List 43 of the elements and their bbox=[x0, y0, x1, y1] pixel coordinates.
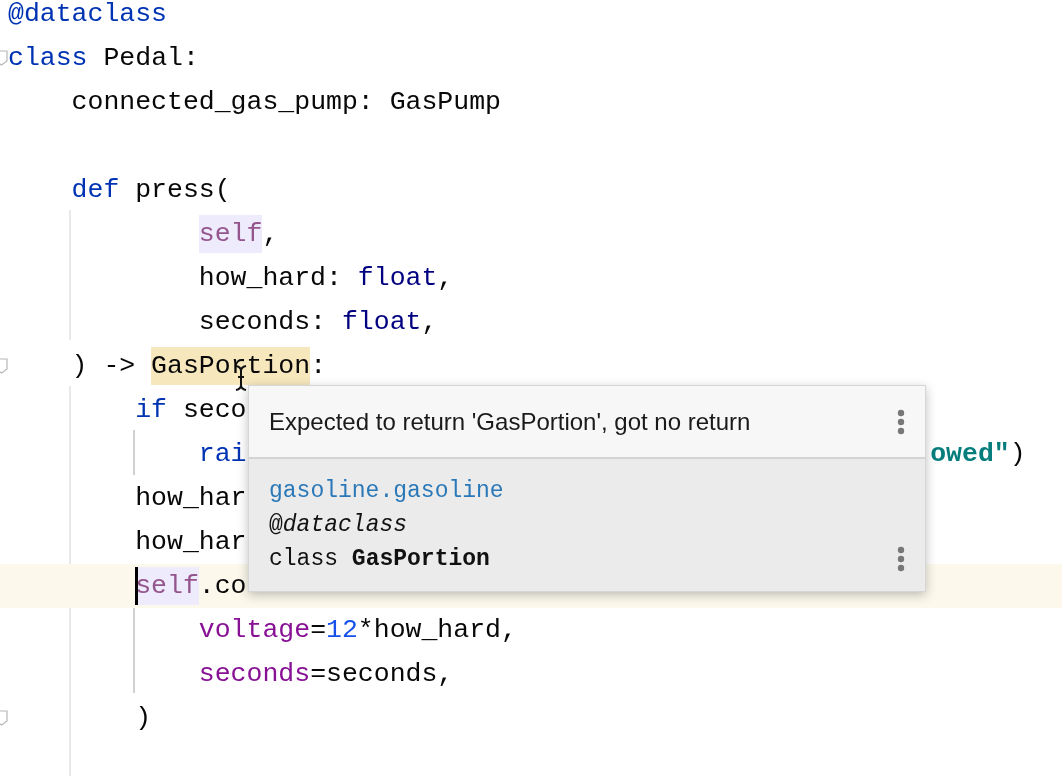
documentation-decorator: @dataclass bbox=[269, 511, 409, 540]
code-text: .co bbox=[198, 570, 247, 603]
code-text: seconds: bbox=[198, 306, 328, 339]
inspection-message: Expected to return 'GasPortion', got no return bbox=[269, 406, 751, 437]
code-text: press( bbox=[134, 174, 231, 207]
more-options-icon[interactable] bbox=[897, 546, 905, 572]
code-text: def bbox=[71, 174, 120, 207]
fold-icon[interactable] bbox=[0, 50, 8, 66]
code-text: seconds bbox=[198, 658, 311, 691]
code-text: how_har bbox=[135, 482, 247, 515]
code-text: *how_hard, bbox=[357, 614, 517, 647]
code-text: rai bbox=[198, 438, 247, 471]
code-text: connected_gas_pump: GasPump bbox=[71, 86, 501, 119]
code-text: Pedal: bbox=[102, 42, 199, 75]
code-text: 12 bbox=[326, 614, 358, 647]
code-text: seco bbox=[181, 394, 247, 427]
code-text: float bbox=[357, 262, 438, 295]
code-text: ) bbox=[1009, 438, 1026, 471]
code-text: ) -> bbox=[71, 350, 137, 383]
code-text: ) bbox=[135, 702, 152, 735]
code-text: : bbox=[310, 350, 327, 383]
text-caret bbox=[135, 567, 139, 605]
code-text: how_hard: bbox=[198, 262, 343, 295]
fold-icon[interactable] bbox=[0, 358, 8, 374]
code-text: class bbox=[8, 42, 88, 75]
code-text: , bbox=[437, 262, 454, 295]
code-text: GasPortion bbox=[151, 347, 311, 385]
code-text: self bbox=[135, 567, 199, 605]
code-text: @dataclass bbox=[8, 0, 168, 31]
code-text: , bbox=[421, 306, 438, 339]
code-text: self bbox=[198, 215, 263, 253]
code-text: owed" bbox=[930, 438, 1010, 471]
code-text: voltage bbox=[198, 614, 311, 647]
code-text: if bbox=[135, 394, 167, 427]
code-text: how_har bbox=[135, 526, 247, 559]
fold-icon[interactable] bbox=[0, 710, 8, 726]
code-text: float bbox=[341, 306, 422, 339]
code-text: =seconds, bbox=[310, 658, 454, 691]
more-options-icon[interactable] bbox=[897, 408, 905, 435]
code-text: = bbox=[310, 614, 327, 647]
code-text: , bbox=[262, 218, 279, 251]
documentation-signature: class GasPortion bbox=[269, 545, 491, 574]
module-link[interactable]: gasoline.gasoline bbox=[269, 478, 504, 504]
